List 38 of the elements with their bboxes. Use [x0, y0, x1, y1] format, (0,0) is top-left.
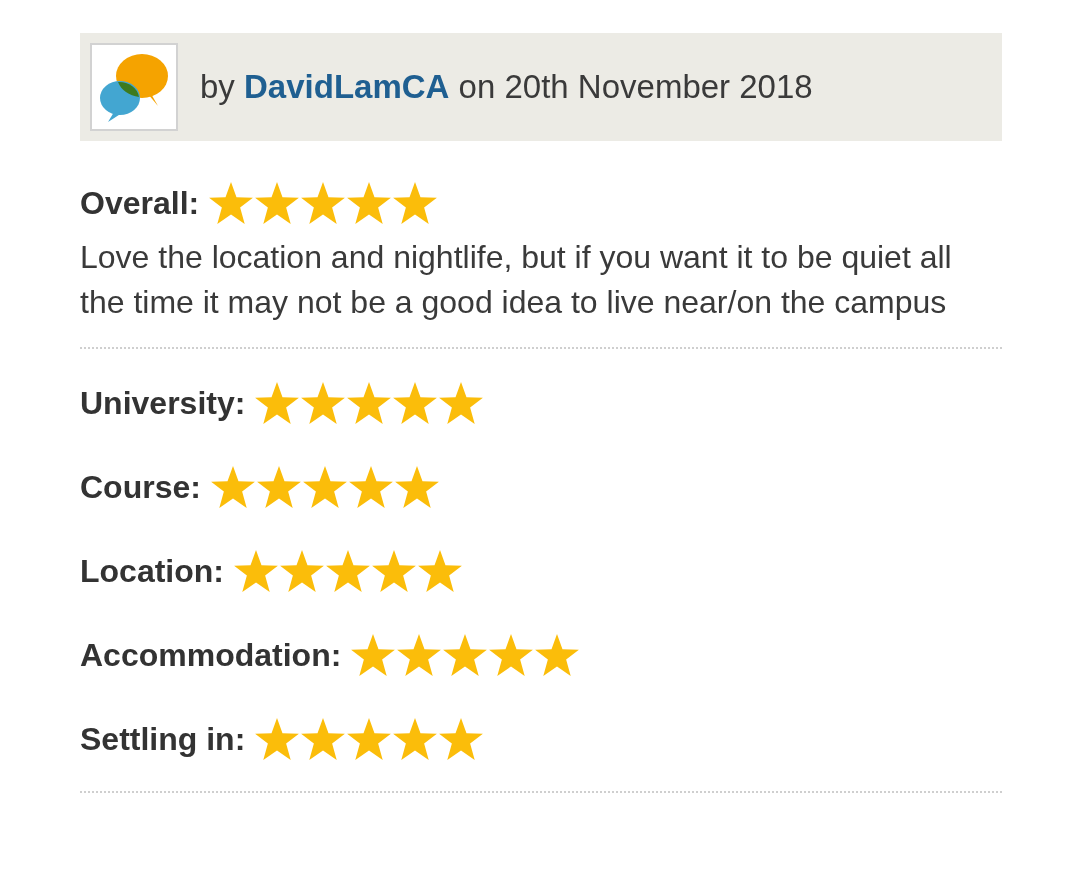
star-icon: [234, 550, 278, 592]
star-icon: [256, 466, 301, 508]
star-icon: [393, 382, 438, 424]
star-icon: [210, 466, 255, 508]
star-icon: [209, 182, 254, 224]
star-icon: [280, 550, 324, 592]
star-icon: [347, 182, 392, 224]
star-icon: [393, 718, 438, 760]
star-icon: [301, 382, 346, 424]
star-icon: [535, 634, 580, 676]
star-icon: [347, 718, 392, 760]
rating-label: University:: [80, 384, 246, 423]
star-icon: [255, 382, 300, 424]
star-icon: [347, 382, 392, 424]
star-icon: [301, 182, 346, 224]
star-icon: [301, 718, 346, 760]
star-icon: [439, 382, 484, 424]
star-icon: [418, 550, 462, 592]
byline: by DavidLamCA on 20th November 2018: [200, 67, 813, 108]
star-icon: [393, 182, 438, 224]
star-icon: [394, 466, 439, 508]
star-icon: [489, 634, 534, 676]
rating-label: Accommodation:: [80, 636, 342, 675]
rating-label: Course:: [80, 468, 201, 507]
rating-label: Overall:: [80, 184, 200, 223]
star-icon: [348, 466, 393, 508]
star-icon: [397, 634, 442, 676]
star-icon: [302, 466, 347, 508]
review-comment: Love the location and nightlife, but if you want it to be quiet all the time it may not be a good idea to live near/on the campus: [80, 238, 953, 322]
rating-label: Settling in:: [80, 720, 246, 759]
rating-label: Location:: [80, 552, 224, 591]
star-icon: [255, 718, 300, 760]
star-icon: [443, 634, 488, 676]
star-icon: [372, 550, 416, 592]
star-icon: [326, 550, 370, 592]
star-icon: [439, 718, 484, 760]
star-icon: [255, 182, 300, 224]
star-icon: [351, 634, 396, 676]
